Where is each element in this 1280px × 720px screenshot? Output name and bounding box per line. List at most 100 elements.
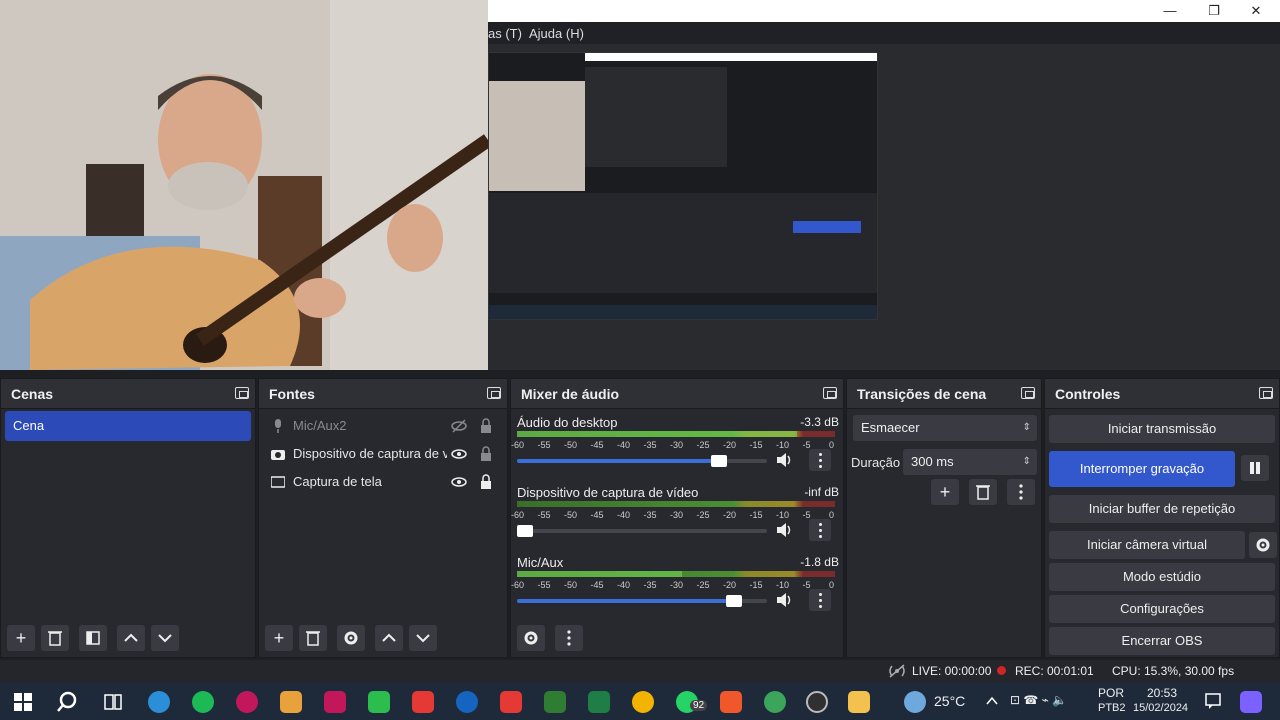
undock-icon[interactable]: [487, 387, 501, 399]
add-source-button[interactable]: +: [265, 625, 293, 651]
slider-knob[interactable]: [711, 455, 727, 467]
language-top[interactable]: POR: [1098, 686, 1124, 700]
wps-icon[interactable]: [500, 691, 522, 713]
shield-icon[interactable]: [412, 691, 434, 713]
remove-transition-button[interactable]: [969, 479, 997, 505]
chevron-up-icon[interactable]: [986, 695, 998, 707]
lock-icon[interactable]: [479, 418, 493, 434]
remove-scene-button[interactable]: [41, 625, 69, 651]
scenes-dock: Cenas Cena +: [0, 378, 256, 658]
add-transition-button[interactable]: +: [931, 479, 959, 505]
source-up-button[interactable]: [375, 625, 403, 651]
pause-icon: [1250, 462, 1260, 474]
pause-recording-button[interactable]: [1241, 455, 1269, 481]
source-item-mic-aux2[interactable]: Mic/Aux2: [267, 413, 499, 439]
edge-icon[interactable]: [148, 691, 170, 713]
speaker-icon[interactable]: [775, 521, 793, 539]
volume-slider[interactable]: [517, 525, 767, 537]
meter-tick-label: -50: [564, 510, 578, 520]
spotify-icon[interactable]: [192, 691, 214, 713]
meter-tick-label: -40: [617, 510, 631, 520]
replay-buffer-button[interactable]: Iniciar buffer de repetição: [1049, 495, 1275, 523]
brave-icon[interactable]: [720, 691, 742, 713]
meter-tick-label: -55: [537, 510, 551, 520]
chevron-up-icon: [382, 633, 396, 642]
channel-menu-button[interactable]: [809, 449, 831, 471]
channel-menu-button[interactable]: [809, 519, 831, 541]
undock-icon[interactable]: [1259, 387, 1273, 399]
eye-icon[interactable]: [451, 446, 467, 462]
notifications-icon[interactable]: [1204, 692, 1222, 710]
source-down-button[interactable]: [409, 625, 437, 651]
scene-item[interactable]: Cena: [5, 411, 251, 441]
obs-icon[interactable]: [806, 691, 828, 713]
search-icon[interactable]: [56, 691, 78, 713]
source-properties-button[interactable]: [337, 625, 365, 651]
transition-select[interactable]: Esmaecer ⇕: [853, 415, 1037, 441]
cpu-status: CPU: 15.3%, 30.00 fps: [1112, 664, 1235, 678]
channel-menu-button[interactable]: [809, 589, 831, 611]
close-button[interactable]: ✕: [1244, 2, 1268, 20]
folder-icon[interactable]: [848, 691, 870, 713]
scene-up-button[interactable]: [117, 625, 145, 651]
lock-icon[interactable]: [479, 446, 493, 462]
task-view-icon[interactable]: [102, 691, 124, 713]
volume-slider[interactable]: [517, 455, 767, 467]
transition-menu-button[interactable]: [1007, 479, 1035, 505]
meter-tick-label: -35: [643, 440, 657, 450]
sources-dock-header: Fontes: [259, 379, 507, 409]
clock-time[interactable]: 20:53: [1147, 686, 1177, 700]
chrome-icon[interactable]: [632, 691, 654, 713]
source-label: Dispositivo de captura de ví: [293, 446, 447, 461]
undock-icon[interactable]: [1021, 387, 1035, 399]
minimize-button[interactable]: —: [1158, 2, 1182, 20]
trash-icon: [306, 631, 320, 646]
stop-recording-button[interactable]: Interromper gravação: [1049, 451, 1235, 487]
settings-button[interactable]: Configurações: [1049, 595, 1275, 623]
speaker-icon[interactable]: [775, 591, 793, 609]
mixer-menu-button[interactable]: [555, 625, 583, 651]
eye-icon[interactable]: [451, 474, 467, 490]
lock-icon[interactable]: [479, 474, 493, 490]
slider-knob[interactable]: [726, 595, 742, 607]
scene-down-button[interactable]: [151, 625, 179, 651]
channel-name: Áudio do desktop: [517, 415, 618, 430]
app-b-icon[interactable]: [456, 691, 478, 713]
clock-date[interactable]: 15/02/2024: [1133, 702, 1188, 714]
eye-off-icon[interactable]: [451, 418, 467, 434]
opera-icon[interactable]: [236, 691, 258, 713]
spinner-icon[interactable]: ⇕: [1023, 449, 1031, 475]
undock-icon[interactable]: [823, 387, 837, 399]
start-streaming-button[interactable]: Iniciar transmissão: [1049, 415, 1275, 443]
menu-tools[interactable]: as (T): [488, 26, 522, 41]
undock-icon[interactable]: [235, 387, 249, 399]
windows-start-icon[interactable]: [12, 691, 34, 713]
studio-mode-button[interactable]: Modo estúdio: [1049, 563, 1275, 591]
copilot-icon[interactable]: [1240, 691, 1262, 713]
app-g-icon[interactable]: [324, 691, 346, 713]
advanced-audio-button[interactable]: [517, 625, 545, 651]
volume-slider[interactable]: [517, 595, 767, 607]
source-item-video-capture[interactable]: Dispositivo de captura de ví: [267, 441, 499, 467]
phone-icon[interactable]: [368, 691, 390, 713]
tray-icons[interactable]: ⊡ ☎ ⌁ 🔈: [1010, 693, 1067, 707]
chrome-profile-icon[interactable]: [764, 691, 786, 713]
add-scene-button[interactable]: +: [7, 625, 35, 651]
meter-tick-label: 0: [829, 580, 835, 590]
virtual-camera-button[interactable]: Iniciar câmera virtual: [1049, 531, 1245, 559]
meter-tick-label: -20: [723, 510, 737, 520]
virtual-camera-settings-button[interactable]: [1249, 532, 1277, 558]
duration-field[interactable]: 300 ms ⇕: [903, 449, 1037, 475]
speaker-icon[interactable]: [775, 451, 793, 469]
excel-icon[interactable]: [588, 691, 610, 713]
slider-knob[interactable]: [517, 525, 533, 537]
menu-help[interactable]: Ajuda (H): [529, 26, 584, 41]
mail-icon[interactable]: [280, 691, 302, 713]
scene-filters-button[interactable]: [79, 625, 107, 651]
exit-button[interactable]: Encerrar OBS: [1049, 627, 1275, 655]
maximize-button[interactable]: ❐: [1202, 2, 1226, 20]
remove-source-button[interactable]: [299, 625, 327, 651]
download-icon[interactable]: [544, 691, 566, 713]
language-bottom[interactable]: PTB2: [1098, 702, 1126, 714]
source-item-screen-capture[interactable]: Captura de tela: [267, 469, 499, 495]
